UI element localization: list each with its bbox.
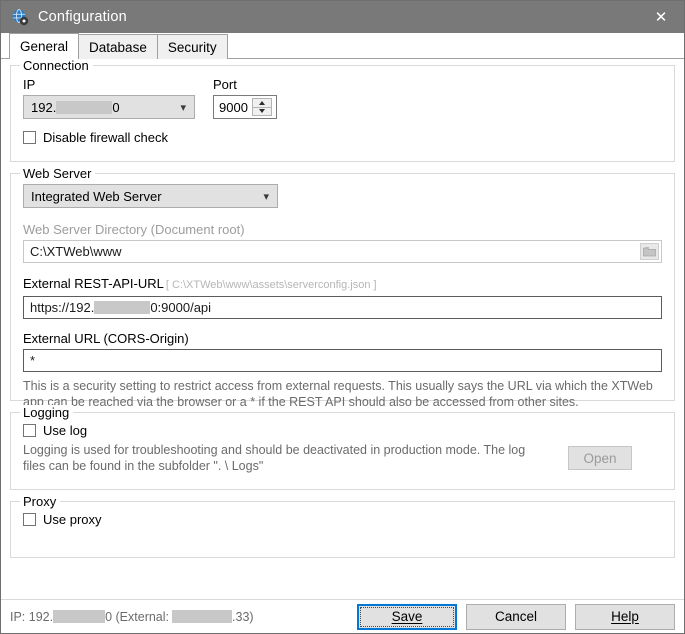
status-ip-suffix: .33) bbox=[232, 610, 254, 624]
web-directory-label: Web Server Directory (Document root) bbox=[23, 222, 662, 237]
cors-value: * bbox=[30, 353, 35, 368]
use-proxy-checkbox[interactable]: Use proxy bbox=[23, 512, 662, 527]
port-input[interactable] bbox=[214, 96, 252, 118]
ip-select[interactable]: 192. 0 ▾ bbox=[23, 95, 195, 119]
port-decrement-button[interactable] bbox=[252, 107, 272, 117]
checkbox-box bbox=[23, 513, 36, 526]
rest-api-input[interactable]: https://192. 0:9000/api bbox=[23, 296, 662, 319]
use-log-checkbox[interactable]: Use log bbox=[23, 423, 662, 438]
ip-label: IP bbox=[23, 77, 195, 92]
logging-legend: Logging bbox=[20, 405, 73, 420]
tab-general[interactable]: General bbox=[9, 33, 79, 59]
open-logs-button[interactable]: Open bbox=[568, 446, 632, 470]
folder-icon[interactable] bbox=[640, 243, 659, 260]
help-button-label: Help bbox=[611, 609, 639, 624]
chevron-down-icon: ▾ bbox=[263, 185, 269, 207]
rest-api-redacted-block bbox=[94, 301, 150, 314]
dialog-buttons: Save Cancel Help bbox=[357, 604, 675, 630]
tab-security[interactable]: Security bbox=[157, 34, 228, 59]
connection-legend: Connection bbox=[20, 58, 93, 73]
rest-api-label-row: External REST-API-URL [ C:\XTWeb\www\ass… bbox=[23, 276, 662, 293]
status-ip-redacted-2 bbox=[172, 610, 232, 623]
web-directory-value: C:\XTWeb\www bbox=[30, 244, 122, 259]
web-server-legend: Web Server bbox=[20, 166, 95, 181]
proxy-group: Proxy Use proxy bbox=[10, 501, 675, 558]
rest-api-label: External REST-API-URL bbox=[23, 276, 164, 291]
configuration-dialog: Configuration ✕ General Database Securit… bbox=[0, 0, 685, 634]
web-directory-input[interactable]: C:\XTWeb\www bbox=[23, 240, 662, 263]
title-bar: Configuration ✕ bbox=[1, 1, 684, 33]
globe-config-icon bbox=[11, 8, 29, 26]
rest-api-value-prefix: https://192. bbox=[30, 300, 94, 315]
web-server-select[interactable]: Integrated Web Server ▾ bbox=[23, 184, 278, 208]
close-icon[interactable]: ✕ bbox=[638, 1, 684, 33]
disable-firewall-label: Disable firewall check bbox=[43, 130, 168, 145]
status-bar: IP: 192. 0 (External: .33) Save Cancel Hel… bbox=[1, 599, 684, 633]
web-server-select-value: Integrated Web Server bbox=[31, 189, 162, 204]
web-server-description: This is a security setting to restrict a… bbox=[23, 378, 662, 410]
save-button-label: Save bbox=[392, 609, 423, 624]
rest-api-hint: [ C:\XTWeb\www\assets\serverconfig.json … bbox=[166, 278, 377, 293]
window-title: Configuration bbox=[38, 9, 127, 25]
ip-value-suffix: 0 bbox=[112, 100, 119, 115]
tab-database[interactable]: Database bbox=[78, 34, 158, 59]
checkbox-box bbox=[23, 131, 36, 144]
tab-bar: General Database Security bbox=[1, 33, 684, 59]
use-log-label: Use log bbox=[43, 423, 87, 438]
cors-input[interactable]: * bbox=[23, 349, 662, 372]
web-server-group: Web Server Integrated Web Server ▾ Web S… bbox=[10, 173, 675, 401]
rest-api-value-suffix: 0:9000/api bbox=[150, 300, 211, 315]
status-ip-redacted-1 bbox=[53, 610, 105, 623]
connection-group: Connection IP 192.0 ▾ Port bbox=[10, 65, 675, 162]
help-button[interactable]: Help bbox=[575, 604, 675, 630]
port-increment-button[interactable] bbox=[252, 98, 272, 107]
proxy-legend: Proxy bbox=[20, 494, 60, 509]
status-ip-mid: 0 (External: bbox=[105, 610, 169, 624]
save-button[interactable]: Save bbox=[357, 604, 457, 630]
ip-value-prefix: 192. bbox=[31, 100, 56, 115]
port-label: Port bbox=[213, 77, 277, 92]
status-ip-text: IP: 192. 0 (External: .33) bbox=[10, 610, 357, 624]
cors-label: External URL (CORS-Origin) bbox=[23, 331, 662, 346]
disable-firewall-checkbox[interactable]: Disable firewall check bbox=[23, 130, 662, 145]
status-ip-prefix: IP: 192. bbox=[10, 610, 53, 624]
logging-group: Logging Use log Logging is used for trou… bbox=[10, 412, 675, 490]
port-stepper[interactable] bbox=[213, 95, 277, 119]
chevron-down-icon: ▾ bbox=[180, 96, 186, 118]
use-proxy-label: Use proxy bbox=[43, 512, 102, 527]
general-tab-panel: Connection IP 192. 0 ▾ Port bbox=[1, 59, 684, 599]
ip-redacted-block bbox=[56, 101, 112, 114]
checkbox-box bbox=[23, 424, 36, 437]
logging-description: Logging is used for troubleshooting and … bbox=[23, 442, 568, 474]
cancel-button[interactable]: Cancel bbox=[466, 604, 566, 630]
